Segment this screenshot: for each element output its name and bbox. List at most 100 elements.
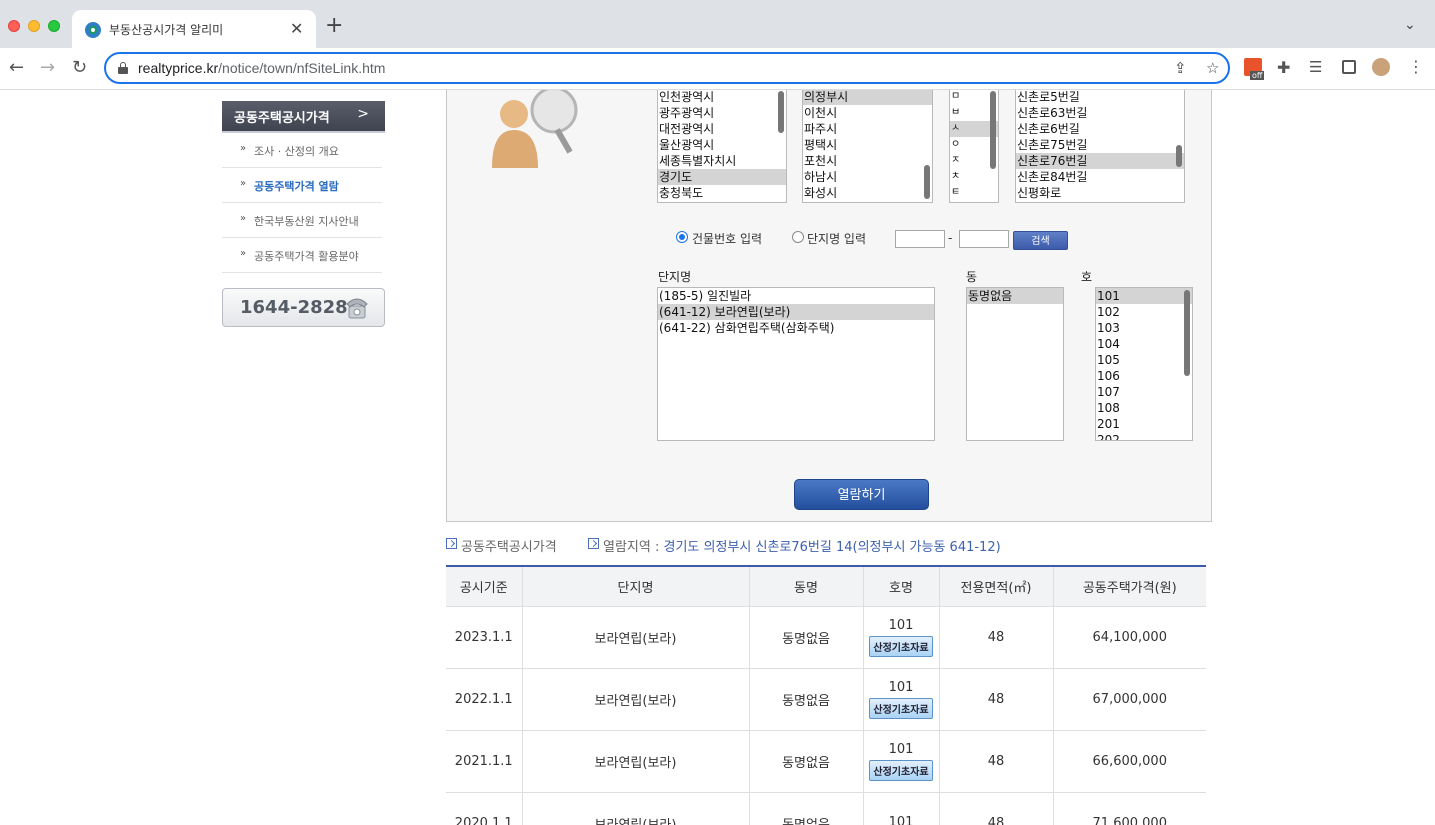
road-option[interactable]: 신촌로75번길 [1016, 137, 1184, 153]
ho-option[interactable]: 106 [1096, 368, 1192, 384]
cell-ho: 101 [863, 792, 940, 825]
building-number-radio-label[interactable]: 건물번호 입력 [692, 230, 762, 247]
close-tab-icon[interactable]: ✕ [290, 19, 303, 38]
road-option[interactable]: 신촌로5번길 [1016, 90, 1184, 105]
cell-date: 2021.1.1 [446, 730, 523, 793]
road-name-listbox[interactable]: 신촌로5번길 신촌로63번길 신촌로6번길 신촌로75번길 신촌로76번길 신촌… [1015, 90, 1185, 203]
price-table: 공시기준 단지명 동명 호명 전용면적(㎡) 공동주택가격(원) 2023.1.… [446, 565, 1206, 825]
sigungu-option[interactable]: 평택시 [803, 137, 932, 153]
initial-option[interactable]: ㅊ [950, 169, 998, 185]
lock-icon[interactable] [118, 62, 128, 74]
complex-option-selected[interactable]: (641-12) 보라연립(보라) [658, 304, 934, 320]
complex-name-radio-label[interactable]: 단지명 입력 [807, 230, 866, 247]
address-bar[interactable]: realtyprice.kr/notice/town/nfSiteLink.ht… [104, 52, 1230, 84]
reload-icon[interactable]: ↻ [72, 56, 87, 80]
sidebar-item-overview[interactable]: » 조사 · 산정의 개요 [222, 133, 382, 168]
sigungu-option[interactable]: 화성시 [803, 185, 932, 201]
ho-option[interactable]: 202 [1096, 432, 1192, 440]
phone-number: 1644-2828 [240, 297, 348, 318]
complex-option[interactable]: (641-22) 삼화연립주택(삼화주택) [658, 320, 934, 336]
calculation-basis-button[interactable]: 산정기초자료 [869, 635, 933, 657]
ho-option[interactable]: 105 [1096, 352, 1192, 368]
complex-option[interactable]: (185-5) 일진빌라 [658, 288, 934, 304]
scrollbar-thumb[interactable] [1184, 290, 1190, 376]
sigungu-option[interactable]: 포천시 [803, 153, 932, 169]
dong-listbox[interactable]: 동명없음 [966, 287, 1064, 441]
new-tab-icon[interactable]: + [325, 15, 343, 37]
calculation-basis-button[interactable]: 산정기초자료 [869, 697, 933, 719]
sido-option[interactable]: 대전광역시 [658, 121, 786, 137]
building-number-radio[interactable] [676, 231, 688, 243]
close-window-button[interactable] [8, 20, 20, 32]
bullet-icon: » [240, 143, 247, 154]
scrollbar-thumb[interactable] [924, 165, 930, 199]
sido-option[interactable]: 세종특별자치시 [658, 153, 786, 169]
view-button[interactable]: 열람하기 [794, 479, 929, 510]
sigungu-option[interactable]: 이천시 [803, 105, 932, 121]
sigungu-option[interactable]: 파주시 [803, 121, 932, 137]
back-icon[interactable]: ← [9, 56, 24, 80]
sigungu-option-selected[interactable]: 의정부시 [803, 90, 932, 105]
initial-option[interactable]: ㅌ [950, 185, 998, 201]
maximize-window-button[interactable] [48, 20, 60, 32]
tab-search-chevron-icon[interactable]: ⌄ [1404, 17, 1416, 33]
ho-number: 101 [888, 617, 914, 633]
sidebar-item-branches[interactable]: » 한국부동산원 지사안내 [222, 203, 382, 238]
road-option[interactable]: 신평화로 [1016, 185, 1184, 201]
road-option[interactable]: 신촌로84번길 [1016, 169, 1184, 185]
cell-complex: 보라연립(보라) [522, 668, 750, 731]
ho-label: 호 [1081, 270, 1093, 284]
minimize-window-button[interactable] [28, 20, 40, 32]
scrollbar-thumb[interactable] [990, 91, 996, 169]
building-main-number-input[interactable] [895, 230, 945, 248]
ho-option[interactable]: 201 [1096, 416, 1192, 432]
road-option[interactable]: 신촌로63번길 [1016, 105, 1184, 121]
cell-price: 64,100,000 [1053, 606, 1206, 669]
ho-option[interactable]: 104 [1096, 336, 1192, 352]
sigungu-option[interactable]: 하남시 [803, 169, 932, 185]
sido-listbox[interactable]: 인천광역시 광주광역시 대전광역시 울산광역시 세종특별자치시 경기도 충청북도 [657, 90, 787, 203]
forward-icon[interactable]: → [40, 56, 55, 80]
dong-option-selected[interactable]: 동명없음 [967, 288, 1063, 304]
complex-listbox[interactable]: (185-5) 일진빌라 (641-12) 보라연립(보라) (641-22) … [657, 287, 935, 441]
sigungu-listbox[interactable]: 의정부시 이천시 파주시 평택시 포천시 하남시 화성시 [802, 90, 933, 203]
road-option[interactable]: 신촌로6번길 [1016, 121, 1184, 137]
bookmark-star-icon[interactable]: ☆ [1206, 59, 1219, 77]
sidebar-item-label: 한국부동산원 지사안내 [254, 215, 359, 228]
table-row: 2021.1.1 보라연립(보라) 동명없음 101 산정기초자료 48 66,… [446, 730, 1206, 793]
scrollbar-thumb[interactable] [1176, 145, 1182, 167]
ho-option[interactable]: 103 [1096, 320, 1192, 336]
sidebar-item-label: 공동주택가격 활용분야 [254, 250, 359, 263]
sidebar-item-price-view[interactable]: » 공동주택가격 열람 [222, 168, 382, 203]
complex-name-radio[interactable] [792, 231, 804, 243]
sido-option[interactable]: 울산광역시 [658, 137, 786, 153]
initial-consonant-listbox[interactable]: ㅁ ㅂ ㅅ ㅇ ㅈ ㅊ ㅌ [949, 90, 999, 203]
sido-option[interactable]: 충청북도 [658, 185, 786, 201]
sido-option-selected[interactable]: 경기도 [658, 169, 786, 185]
sidebar-item-usage[interactable]: » 공동주택가격 활용분야 [222, 238, 382, 273]
complex-label: 단지명 [658, 270, 692, 284]
media-control-icon[interactable]: ☰ [1309, 58, 1322, 76]
cell-ho: 101 산정기초자료 [863, 730, 940, 793]
sidebar-item-label: 조사 · 산정의 개요 [254, 145, 339, 158]
browser-menu-icon[interactable]: ⋮ [1408, 57, 1424, 76]
share-icon[interactable]: ⇪ [1174, 59, 1187, 77]
road-option-selected[interactable]: 신촌로76번길 [1016, 153, 1184, 169]
ho-option[interactable]: 102 [1096, 304, 1192, 320]
calculation-basis-button[interactable]: 산정기초자료 [869, 759, 933, 781]
browser-tab[interactable]: 부동산공시가격 알리미 ✕ [72, 10, 316, 48]
ho-option[interactable]: 107 [1096, 384, 1192, 400]
extensions-puzzle-icon[interactable]: ✚ [1277, 58, 1290, 77]
profile-avatar[interactable] [1372, 58, 1390, 76]
side-panel-icon[interactable] [1342, 60, 1356, 74]
ho-listbox[interactable]: 101 102 103 104 105 106 107 108 201 202 [1095, 287, 1193, 441]
search-button[interactable]: 검색 [1013, 231, 1068, 250]
bullet-icon: » [240, 178, 247, 189]
scrollbar-thumb[interactable] [778, 91, 784, 133]
ho-option-selected[interactable]: 101 [1096, 288, 1192, 304]
building-sub-number-input[interactable] [959, 230, 1009, 248]
sido-option[interactable]: 광주광역시 [658, 105, 786, 121]
sido-option[interactable]: 인천광역시 [658, 90, 786, 105]
sidebar-header[interactable]: 공동주택공시가격 > [222, 101, 385, 131]
ho-option[interactable]: 108 [1096, 400, 1192, 416]
